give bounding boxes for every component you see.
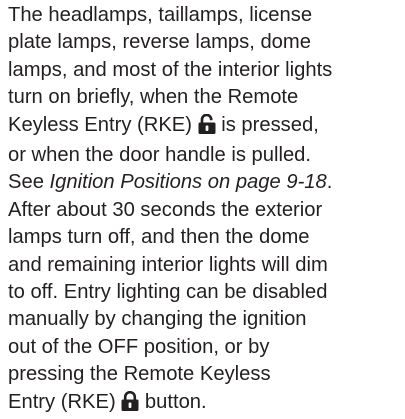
text-segment: Keyless Entry (RKE) [8,113,192,136]
text-line: lamps, and most of the interior lights [8,58,333,81]
text-segment: button. [139,390,207,413]
text-line: After about 30 seconds the exterior [8,198,323,221]
text-line: manually by changing the ignition [8,308,307,331]
text-line: or when the door handle is pulled. [8,144,312,167]
text-line: and remaining interior lights will dim [8,253,328,276]
text-segment: is pressed, [215,113,319,136]
text-line: turn on briefly, when the Remote [8,86,299,109]
text-segment: See [8,171,50,194]
text-line: The headlamps, taillamps, license [8,4,313,26]
text-segment: . [326,171,333,194]
unlock-icon [198,113,216,142]
cross-reference-link[interactable]: Ignition Positions on page 9-18 [50,171,327,193]
lock-icon [121,390,139,419]
text-line: to off. Entry lighting can be disabled [8,281,328,304]
text-line: pressing the Remote Keyless [8,363,271,386]
entry-lighting-paragraph: The headlamps, taillamps, license plate … [8,2,400,419]
text-line: Keyless Entry (RKE) is pressed, [8,112,400,142]
text-line: out of the OFF position, or by [8,335,270,358]
text-line: Entry (RKE) button. [8,389,400,419]
text-line: lamps turn off, and then the dome [8,226,310,249]
text-line: See Ignition Positions on page 9-18. [8,169,400,196]
text-line: plate lamps, reverse lamps, dome [8,31,311,54]
text-segment: Entry (RKE) [8,390,116,413]
